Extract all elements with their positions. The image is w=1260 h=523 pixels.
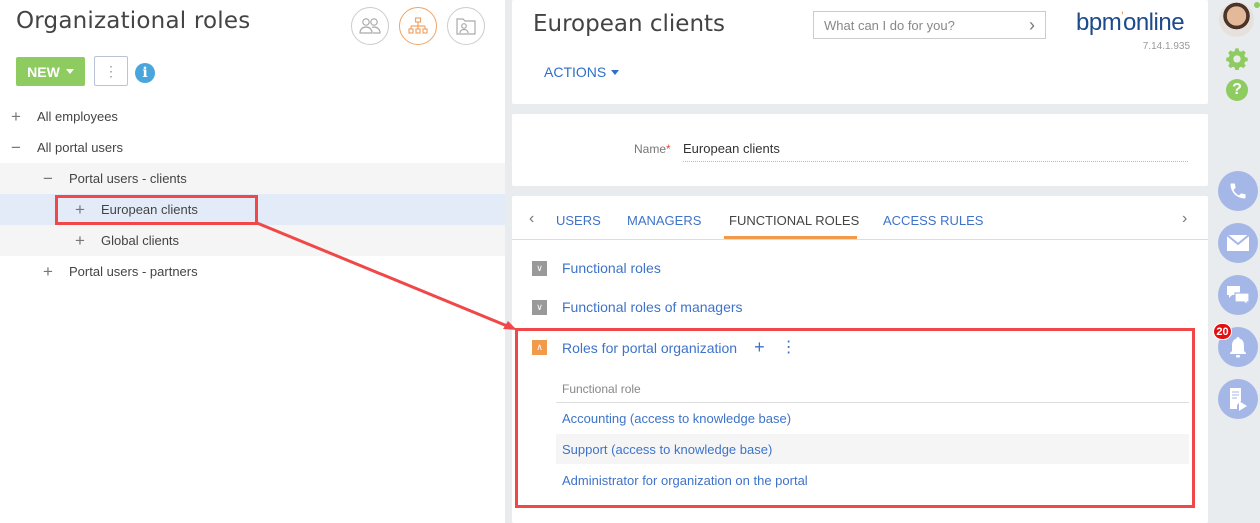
phone-icon [1230, 183, 1246, 199]
chat-icon [1227, 286, 1250, 305]
help-icon[interactable]: ? [1226, 79, 1248, 101]
tree-item-label: All employees [37, 109, 118, 124]
logo-text-part: bpm [1076, 9, 1122, 36]
version-label: 7.14.1.935 [1142, 41, 1190, 52]
right-side-panel: ? 20 [1210, 0, 1260, 523]
tree-item-label: Portal users - partners [69, 264, 198, 279]
name-label-text: Name [634, 142, 667, 156]
expand-icon[interactable]: + [69, 231, 91, 251]
command-placeholder: What can I do for you? [824, 17, 955, 33]
org-chart-icon [408, 17, 428, 34]
expand-icon[interactable]: + [5, 107, 27, 127]
tree-item-label: Global clients [101, 233, 180, 248]
detail-functional-roles[interactable]: ∨ Functional roles [532, 260, 661, 276]
tab-managers[interactable]: MANAGERS [627, 213, 701, 228]
actions-label: ACTIONS [544, 64, 607, 80]
page-title: Organizational roles [16, 8, 251, 34]
bell-icon [1230, 337, 1246, 358]
actions-button[interactable]: ACTIONS [544, 64, 620, 80]
user-avatar[interactable] [1219, 2, 1254, 37]
detail-functional-roles-of-managers[interactable]: ∨ Functional roles of managers [532, 299, 743, 315]
detail-title: Functional roles [562, 260, 661, 276]
users-view-button[interactable] [351, 7, 389, 45]
logo-text-part: online [1122, 9, 1185, 36]
chevron-down-icon[interactable]: ∨ [532, 260, 547, 276]
vertical-dots-icon: ⋮ [104, 62, 118, 79]
annotation-highlight-detail [515, 328, 1195, 508]
notification-count-badge: 20 [1213, 323, 1232, 340]
record-title: European clients [533, 11, 726, 37]
collapse-icon[interactable]: − [37, 169, 59, 189]
name-field-input[interactable]: European clients [683, 138, 1188, 162]
chevron-right-icon[interactable]: › [1029, 15, 1035, 36]
email-icon [1227, 235, 1249, 251]
name-field-label: Name* [634, 142, 671, 156]
record-fields: Name* European clients [512, 114, 1208, 186]
tab-functional-roles[interactable]: FUNCTIONAL ROLES [729, 213, 859, 228]
tree-item[interactable]: + Global clients [0, 225, 505, 256]
info-icon[interactable]: i [135, 63, 155, 83]
chat-button[interactable] [1218, 275, 1258, 315]
org-chart-view-button[interactable] [399, 7, 437, 45]
record-header: European clients What can I do for you? … [512, 0, 1208, 104]
detail-title: Functional roles of managers [562, 299, 743, 315]
new-button[interactable]: NEW [16, 57, 85, 86]
feed-icon [1230, 388, 1247, 411]
view-switcher [351, 7, 485, 45]
caret-down-icon [611, 69, 620, 75]
chevron-left-icon[interactable]: ‹ [529, 210, 534, 228]
expand-icon[interactable]: + [37, 262, 59, 282]
gear-icon[interactable] [1226, 48, 1248, 70]
new-button-label: NEW [27, 63, 60, 80]
active-tab-indicator [724, 236, 857, 239]
folder-user-view-button[interactable] [447, 7, 485, 45]
org-roles-tree: + All employees − All portal users − Portal u… [0, 101, 505, 287]
tree-item[interactable]: − All portal users [0, 132, 505, 163]
command-line-input[interactable]: What can I do for you? › [813, 11, 1046, 39]
chevron-down-icon[interactable]: ∨ [532, 299, 547, 315]
tab-access-rules[interactable]: ACCESS RULES [883, 213, 983, 228]
tab-users[interactable]: USERS [556, 213, 601, 228]
folder-user-icon [456, 18, 476, 35]
tab-bar: ‹ USERS MANAGERS FUNCTIONAL ROLES ACCESS… [512, 196, 1208, 240]
annotation-highlight-tree-item [55, 195, 258, 225]
tree-item[interactable]: − Portal users - clients [0, 163, 505, 194]
online-status-indicator [1254, 2, 1260, 8]
more-actions-button[interactable]: ⋮ [94, 56, 128, 86]
bpmonline-logo: bpm'online [1076, 9, 1185, 37]
caret-down-icon [65, 69, 74, 74]
required-mark: * [666, 142, 671, 156]
collapse-icon[interactable]: − [5, 138, 27, 158]
email-button[interactable] [1218, 223, 1258, 263]
chevron-right-icon[interactable]: › [1182, 210, 1187, 228]
tree-item-label: All portal users [37, 140, 123, 155]
tree-item-label: Portal users - clients [69, 171, 187, 186]
tree-item[interactable]: + All employees [0, 101, 505, 132]
users-icon [359, 18, 381, 34]
tree-item[interactable]: + Portal users - partners [0, 256, 505, 287]
feed-button[interactable] [1218, 379, 1258, 419]
phone-button[interactable] [1218, 171, 1258, 211]
left-panel: Organizational roles NEW ⋮ i + All employ… [0, 0, 505, 523]
